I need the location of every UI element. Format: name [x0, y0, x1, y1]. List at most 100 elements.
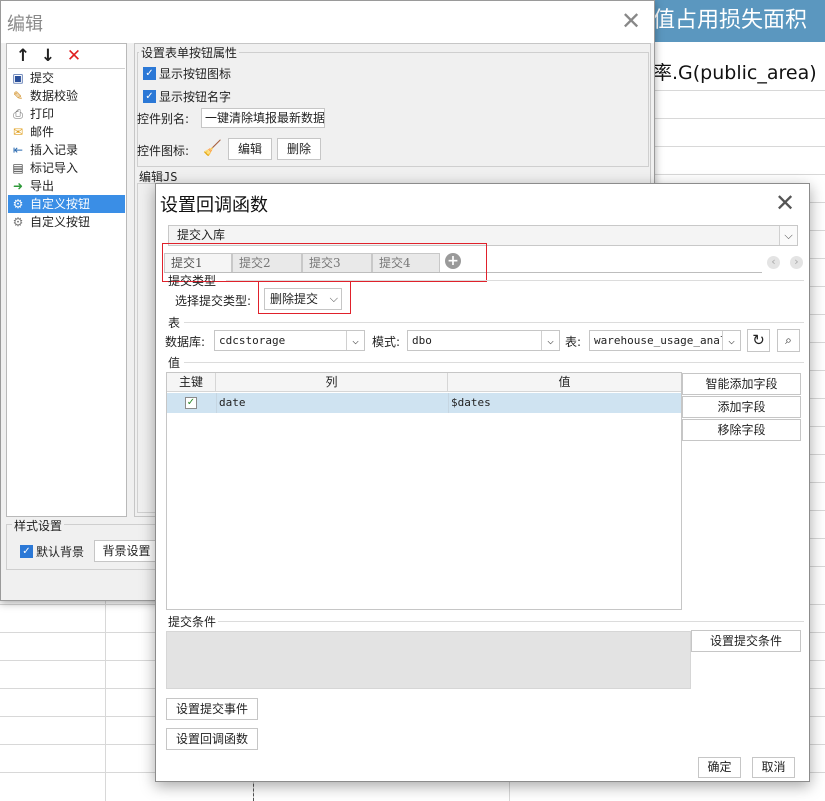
callback-dialog-close-icon[interactable]: ✕ [773, 191, 797, 216]
list-item-insert-record[interactable]: ⇤ 插入记录 [8, 141, 125, 159]
list-item-label: 自定义按钮 [30, 197, 91, 211]
icon-edit-button[interactable]: 编辑 [228, 138, 272, 160]
gear-icon: ⚙ [12, 197, 24, 211]
broom-icon: 🧹 [203, 139, 222, 157]
database-select[interactable]: cdcstorage ⌵ [214, 330, 365, 351]
callback-dialog-title: 设置回调函数 [160, 195, 268, 216]
alias-label: 控件别名: [137, 112, 190, 126]
table-label: 表: [565, 335, 582, 349]
chevron-down-icon: ⌵ [541, 331, 559, 350]
list-item-label: 数据校验 [30, 89, 79, 103]
list-item-export[interactable]: ➜ 导出 [8, 177, 125, 195]
grid-header-column[interactable]: 列 [216, 373, 448, 392]
section-divider [218, 621, 804, 622]
list-item-label: 自定义按钮 [30, 215, 91, 229]
list-item-label: 标记导入 [30, 161, 79, 175]
remove-field-button[interactable]: 移除字段 [682, 419, 801, 441]
grid-cell-value[interactable]: $dates [451, 393, 491, 413]
cancel-button[interactable]: 取消 [752, 757, 795, 778]
submit-type-highlight-box [258, 281, 351, 314]
select-submit-type-label: 选择提交类型: [175, 294, 252, 308]
mail-icon: ✉ [12, 125, 24, 139]
ok-button[interactable]: 确定 [698, 757, 741, 778]
default-background-label: 默认背景 [36, 545, 85, 559]
refresh-icon[interactable]: ↻ [747, 329, 770, 352]
table-value: warehouse_usage_analy [594, 334, 734, 347]
properties-group-title: 设置表单按钮属性 [139, 44, 240, 61]
table-section-title: 表 [168, 316, 181, 330]
grid-header-value[interactable]: 值 [448, 373, 681, 392]
smart-add-field-button[interactable]: 智能添加字段 [682, 373, 801, 395]
button-list-panel: ↑ ↓ ✕ ▣ 提交 ✎ 数据校验 ⎙ 打印 ✉ 邮件 ⇤ 插入记录 ▤ 标记导… [6, 43, 127, 517]
add-field-button[interactable]: 添加字段 [682, 396, 801, 418]
list-item-label: 插入记录 [30, 143, 79, 157]
show-name-checkbox[interactable]: ✓ [143, 90, 156, 103]
list-item-label: 导出 [30, 179, 55, 193]
chevron-down-icon: ⌵ [346, 331, 364, 350]
section-divider [184, 362, 804, 363]
insert-record-icon: ⇤ [12, 143, 24, 157]
style-settings-title: 样式设置 [12, 517, 65, 534]
tab-next-icon[interactable]: › [790, 256, 803, 269]
chevron-down-icon: ⌵ [722, 331, 740, 350]
list-item-custom-button-selected[interactable]: ⚙ 自定义按钮 [8, 195, 125, 213]
list-item-label: 打印 [30, 107, 55, 121]
conditions-area[interactable] [166, 631, 691, 689]
list-item-custom-button[interactable]: ⚙ 自定义按钮 [8, 213, 125, 231]
set-callback-button[interactable]: 设置回调函数 [166, 728, 258, 750]
grid-cell-column[interactable]: date [219, 393, 246, 413]
submit-mode-value: 提交入库 [177, 228, 226, 242]
grid-header-pk[interactable]: 主键 [167, 373, 216, 392]
table-select[interactable]: warehouse_usage_analy ⌵ [589, 330, 741, 351]
schema-select[interactable]: dbo ⌵ [407, 330, 560, 351]
database-value: cdcstorage [219, 334, 286, 347]
gear-icon: ⚙ [12, 215, 24, 229]
callback-dialog: 设置回调函数 ✕ 提交入库 ⌵ 提交1 提交2 提交3 提交4 + ‹ › 提交… [155, 183, 810, 782]
show-name-label: 显示按钮名字 [159, 90, 232, 104]
icon-delete-button[interactable]: 删除 [277, 138, 321, 160]
show-icon-checkbox[interactable]: ✓ [143, 67, 156, 80]
list-item-label: 邮件 [30, 125, 55, 139]
sheet-header-cell: 值占用损失面积 [645, 0, 825, 42]
values-grid: 主键 列 值 ✓ date $dates [166, 372, 682, 610]
icon-label: 控件图标: [137, 144, 190, 158]
import-icon: ▤ [12, 161, 24, 175]
edit-dialog-title: 编辑 [7, 14, 43, 35]
conditions-section-title: 提交条件 [168, 615, 217, 629]
show-icon-label: 显示按钮图标 [159, 67, 232, 81]
arrow-down-icon[interactable]: ↓ [38, 46, 58, 66]
grid-cell-divider [448, 393, 449, 413]
tab-prev-icon[interactable]: ‹ [767, 256, 780, 269]
list-item-label: 提交 [30, 71, 55, 85]
schema-value: dbo [412, 334, 432, 347]
sheet-formula-cell: 率.G(public_area) [653, 62, 817, 84]
edit-dialog-close-icon[interactable]: ✕ [619, 9, 643, 34]
list-item-submit[interactable]: ▣ 提交 [8, 69, 125, 87]
default-background-checkbox[interactable]: ✓ [20, 545, 33, 558]
background-settings-button[interactable]: 背景设置 [94, 540, 159, 562]
values-section-title: 值 [168, 356, 181, 370]
delete-icon[interactable]: ✕ [64, 46, 84, 66]
submit-type-section-title: 提交类型 [168, 274, 217, 288]
preview-icon[interactable]: ⌕ [777, 329, 800, 352]
database-label: 数据库: [165, 335, 206, 349]
pencil-icon: ✎ [12, 89, 24, 103]
arrow-up-icon[interactable]: ↑ [13, 46, 33, 66]
edit-dialog-titlebar: 编辑 ✕ [1, 1, 654, 43]
set-conditions-button[interactable]: 设置提交条件 [691, 630, 801, 652]
list-item-validate[interactable]: ✎ 数据校验 [8, 87, 125, 105]
alias-input[interactable]: 一键清除填报最新数据 [201, 108, 325, 128]
set-submit-event-button[interactable]: 设置提交事件 [166, 698, 258, 720]
printer-icon: ⎙ [13, 107, 23, 121]
list-item-mail[interactable]: ✉ 邮件 [8, 123, 125, 141]
table-row[interactable]: ✓ date $dates [167, 393, 681, 413]
section-divider [184, 322, 804, 323]
chevron-down-icon: ⌵ [779, 226, 797, 245]
save-icon: ▣ [12, 71, 24, 85]
grid-cell-divider [216, 393, 217, 413]
export-icon: ➜ [12, 179, 24, 193]
list-item-mark-import[interactable]: ▤ 标记导入 [8, 159, 125, 177]
schema-label: 模式: [372, 335, 401, 349]
primary-key-checkbox[interactable]: ✓ [185, 397, 197, 409]
list-item-print[interactable]: ⎙ 打印 [8, 105, 125, 123]
